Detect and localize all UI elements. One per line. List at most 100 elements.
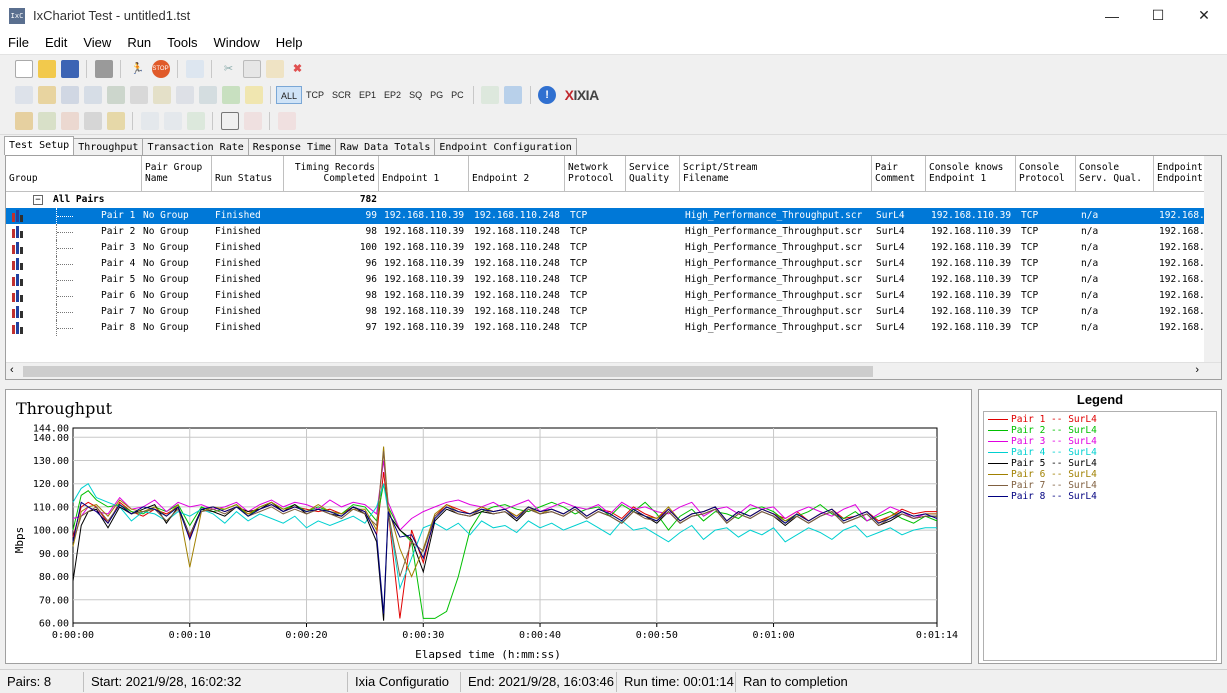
col-header-pair-comment[interactable]: Pair Comment bbox=[872, 156, 926, 192]
edit-pair-icon[interactable] bbox=[60, 86, 79, 104]
col-header-group[interactable]: Group bbox=[6, 156, 142, 192]
table-row[interactable]: Pair 4 No Group Finished 96 192.168.110.39 19… bbox=[6, 256, 1205, 272]
tab-test-setup[interactable]: Test Setup bbox=[4, 136, 75, 155]
close-button[interactable]: ✕ bbox=[1181, 0, 1227, 31]
print-icon[interactable] bbox=[94, 60, 113, 78]
col-header-endpoint-endpoint[interactable]: Endpoint Endpoint bbox=[1154, 156, 1206, 192]
col-header-console-serv-qual[interactable]: Console Serv. Qual. bbox=[1076, 156, 1154, 192]
legend-item[interactable]: Pair 4 -- SurL4 bbox=[988, 447, 1097, 458]
run-icon[interactable]: 🏃 bbox=[129, 60, 147, 78]
network-icon[interactable] bbox=[83, 86, 102, 104]
group-icon[interactable] bbox=[83, 112, 102, 130]
filter-pc-button[interactable]: PC bbox=[447, 86, 468, 104]
timing-icon[interactable] bbox=[221, 86, 240, 104]
cut-icon[interactable]: ✂ bbox=[220, 60, 238, 78]
sync-icon[interactable] bbox=[186, 112, 205, 130]
table-row[interactable]: Pair 3 No Group Finished 100 192.168.110.39 1… bbox=[6, 240, 1205, 256]
col-header-endpoint-2[interactable]: Endpoint 2 bbox=[469, 156, 565, 192]
menu-window[interactable]: Window bbox=[206, 35, 268, 50]
scroll-left-icon[interactable]: ‹ bbox=[10, 364, 14, 376]
paste-icon[interactable] bbox=[265, 60, 284, 78]
menu-view[interactable]: View bbox=[75, 35, 119, 50]
disabled-pair-icon[interactable] bbox=[60, 112, 79, 130]
col-header-run-status[interactable]: Run Status bbox=[212, 156, 284, 192]
filter-ep1-button[interactable]: EP1 bbox=[355, 86, 380, 104]
col-header-script-filename[interactable]: Script/Stream Filename bbox=[680, 156, 872, 192]
col-header-console-knows-ep1[interactable]: Console knows Endpoint 1 bbox=[926, 156, 1016, 192]
report-icon[interactable] bbox=[504, 86, 523, 104]
pair-properties-icon[interactable] bbox=[37, 112, 56, 130]
filter-ep2-button[interactable]: EP2 bbox=[380, 86, 405, 104]
voip-pair-icon[interactable] bbox=[129, 86, 148, 104]
tab-response-time[interactable]: Response Time bbox=[247, 138, 337, 155]
maximize-button[interactable]: ☐ bbox=[1135, 0, 1181, 31]
filter-pg-button[interactable]: PG bbox=[426, 86, 447, 104]
filter-sq-button[interactable]: SQ bbox=[405, 86, 426, 104]
add-pair-icon[interactable] bbox=[14, 86, 33, 104]
info-icon[interactable]: ! bbox=[538, 86, 557, 104]
col-header-pair-group-name[interactable]: Pair Group Name bbox=[142, 156, 212, 192]
menu-edit[interactable]: Edit bbox=[37, 35, 75, 50]
pair-options-icon[interactable] bbox=[14, 112, 33, 130]
filter-tcp-button[interactable]: TCP bbox=[302, 86, 328, 104]
table-row[interactable]: Pair 8 No Group Finished 97 192.168.110.39 19… bbox=[6, 320, 1205, 336]
minimize-button[interactable]: — bbox=[1089, 0, 1135, 31]
vertical-scrollbar[interactable] bbox=[1204, 156, 1221, 364]
refresh-icon[interactable] bbox=[185, 60, 204, 78]
hardware-icon[interactable] bbox=[175, 86, 194, 104]
application-icon[interactable] bbox=[198, 86, 217, 104]
table-row[interactable]: Pair 2 No Group Finished 98 192.168.110.39 19… bbox=[6, 224, 1205, 240]
add-multicast-icon[interactable] bbox=[37, 86, 56, 104]
tab-raw-data-totals[interactable]: Raw Data Totals bbox=[335, 138, 436, 155]
menu-run[interactable]: Run bbox=[119, 35, 159, 50]
copy-icon[interactable] bbox=[242, 60, 261, 78]
edit-script-icon[interactable] bbox=[152, 86, 171, 104]
group-edit-icon[interactable] bbox=[106, 112, 125, 130]
menu-help[interactable]: Help bbox=[268, 35, 311, 50]
col-header-timing-records[interactable]: Timing Records Completed bbox=[284, 156, 379, 192]
tab-transaction-rate[interactable]: Transaction Rate bbox=[142, 138, 249, 155]
legend-item[interactable]: Pair 5 -- SurL4 bbox=[988, 458, 1097, 469]
table-row[interactable]: Pair 1 No Group Finished 99 192.168.110.39 19… bbox=[6, 208, 1205, 224]
collapse-icon[interactable]: − bbox=[33, 195, 43, 205]
scroll-right-icon[interactable]: › bbox=[1195, 364, 1199, 376]
new-file-icon[interactable] bbox=[14, 60, 33, 78]
legend-item[interactable]: Pair 8 -- SurL4 bbox=[988, 491, 1097, 502]
legend-item[interactable]: Pair 6 -- SurL4 bbox=[988, 469, 1097, 480]
table-row[interactable]: Pair 7 No Group Finished 98 192.168.110.39 19… bbox=[6, 304, 1205, 320]
save-icon[interactable] bbox=[60, 60, 79, 78]
menu-tools[interactable]: Tools bbox=[159, 35, 205, 50]
tab-endpoint-configuration[interactable]: Endpoint Configuration bbox=[434, 138, 577, 155]
legend-item[interactable]: Pair 7 -- SurL4 bbox=[988, 480, 1097, 491]
all-pairs-row[interactable]: − All Pairs 782 bbox=[6, 192, 1204, 208]
horizontal-scrollbar[interactable]: ‹ › bbox=[6, 362, 1221, 379]
calendar-icon[interactable] bbox=[277, 112, 296, 130]
table-row[interactable]: Pair 5 No Group Finished 96 192.168.110.39 19… bbox=[6, 272, 1205, 288]
col-header-network-protocol[interactable]: Network Protocol bbox=[565, 156, 626, 192]
open-folder-icon[interactable] bbox=[37, 60, 56, 78]
tab-throughput[interactable]: Throughput bbox=[73, 138, 144, 155]
delete-icon[interactable]: ✖ bbox=[289, 60, 307, 78]
filter-all-button[interactable]: ALL bbox=[276, 86, 303, 104]
legend-item[interactable]: Pair 3 -- SurL4 bbox=[988, 436, 1097, 447]
cell-timing-records: 98 bbox=[365, 226, 377, 237]
unlink-icon[interactable] bbox=[163, 112, 182, 130]
col-header-service-quality[interactable]: Service Quality bbox=[626, 156, 680, 192]
cell-console-serv-qual: n/a bbox=[1081, 242, 1099, 253]
paired-icon[interactable] bbox=[244, 86, 263, 104]
col-header-endpoint-1[interactable]: Endpoint 1 bbox=[379, 156, 469, 192]
filter-scr-button[interactable]: SCR bbox=[328, 86, 355, 104]
table-row[interactable]: Pair 6 No Group Finished 98 192.168.110.39 19… bbox=[6, 288, 1205, 304]
cell-endpoint-2: 192.168.110.248 bbox=[474, 290, 560, 301]
legend-item[interactable]: Pair 1 -- SurL4 bbox=[988, 414, 1097, 425]
link-icon[interactable] bbox=[140, 112, 159, 130]
stop-icon[interactable]: STOP bbox=[151, 60, 170, 78]
col-header-console-protocol[interactable]: Console Protocol bbox=[1016, 156, 1076, 192]
layout-alt-icon[interactable] bbox=[243, 112, 262, 130]
layout-icon[interactable] bbox=[220, 112, 239, 130]
export-icon[interactable] bbox=[481, 86, 500, 104]
scrollbar-thumb[interactable] bbox=[23, 366, 873, 377]
legend-item[interactable]: Pair 2 -- SurL4 bbox=[988, 425, 1097, 436]
video-pair-icon[interactable] bbox=[106, 86, 125, 104]
menu-file[interactable]: File bbox=[0, 35, 37, 50]
